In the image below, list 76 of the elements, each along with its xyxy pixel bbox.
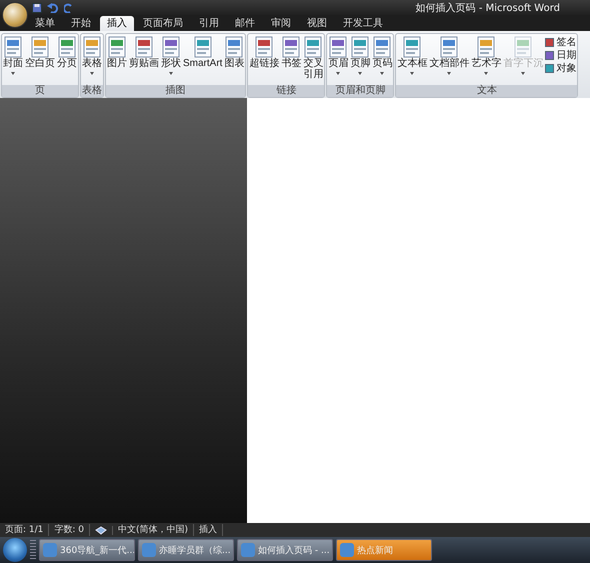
page-icon bbox=[476, 36, 496, 58]
ribbon-button[interactable]: 书签 bbox=[281, 35, 302, 84]
page-icon bbox=[161, 36, 181, 58]
proofing-icon[interactable] bbox=[95, 526, 108, 534]
ribbon-button[interactable]: 图表 bbox=[224, 35, 244, 84]
start-button[interactable] bbox=[3, 538, 27, 562]
page-icon bbox=[350, 36, 370, 58]
ribbon-button[interactable]: 对象 bbox=[545, 63, 576, 74]
office-button[interactable] bbox=[2, 2, 28, 28]
page-icon bbox=[107, 36, 127, 58]
ribbon-tab[interactable]: 开发工具 bbox=[336, 16, 390, 31]
ribbon-button[interactable]: 日期 bbox=[545, 50, 576, 61]
word-count: 字数: 0 bbox=[49, 524, 90, 536]
ribbon-button[interactable]: 分页 bbox=[57, 35, 77, 84]
ribbon-tab[interactable]: 菜单 bbox=[28, 16, 62, 31]
ribbon-button[interactable]: 页码 bbox=[372, 35, 392, 84]
redo-icon[interactable] bbox=[64, 2, 74, 12]
group-label: 表格 bbox=[81, 85, 103, 97]
ribbon-button[interactable]: 交叉引用 bbox=[303, 35, 324, 84]
save-icon[interactable] bbox=[32, 2, 42, 12]
group-label: 页眉和页脚 bbox=[327, 85, 394, 97]
page-icon bbox=[57, 36, 77, 58]
app-icon bbox=[241, 543, 255, 557]
ribbon-tab[interactable]: 邮件 bbox=[228, 16, 262, 31]
page-icon bbox=[402, 36, 422, 58]
ribbon-button[interactable]: 图片 bbox=[107, 35, 127, 84]
page-icon bbox=[372, 36, 392, 58]
ribbon-button[interactable]: 封面 bbox=[3, 35, 23, 84]
page-icon bbox=[192, 36, 213, 58]
ribbon-button[interactable]: 形状 bbox=[161, 35, 181, 84]
page-icon bbox=[513, 36, 534, 58]
page-icon bbox=[439, 36, 460, 58]
ribbon-button[interactable]: 超链接 bbox=[249, 35, 280, 84]
square-icon bbox=[545, 64, 554, 73]
ribbon-button[interactable]: 艺术字 bbox=[471, 35, 502, 84]
ribbon-button[interactable]: 剪贴画 bbox=[129, 35, 159, 84]
ribbon-button[interactable]: 页眉 bbox=[328, 35, 348, 84]
page-icon bbox=[328, 36, 348, 58]
ribbon-button[interactable]: 表格 bbox=[82, 35, 102, 84]
square-icon bbox=[545, 38, 554, 47]
ribbon-tab[interactable]: 视图 bbox=[300, 16, 334, 31]
ribbon-button[interactable]: SmartArt bbox=[183, 35, 222, 84]
square-icon bbox=[545, 51, 554, 60]
ribbon-button[interactable]: 签名 bbox=[545, 37, 576, 48]
page-icon bbox=[30, 36, 50, 58]
insert-mode[interactable]: 插入 bbox=[194, 524, 224, 536]
ribbon-tab[interactable]: 开始 bbox=[64, 16, 98, 31]
app-icon bbox=[142, 543, 156, 557]
group-label: 链接 bbox=[248, 85, 324, 97]
page-icon bbox=[224, 36, 244, 58]
page-icon bbox=[3, 36, 23, 58]
group-label: 插图 bbox=[106, 85, 246, 97]
taskbar-button[interactable]: 如何插入页码 - ... bbox=[237, 539, 333, 561]
undo-icon[interactable] bbox=[47, 2, 59, 12]
ribbon-button[interactable]: 文档部件 bbox=[429, 35, 470, 84]
page-icon bbox=[303, 36, 324, 58]
ribbon-tab[interactable]: 审阅 bbox=[264, 16, 298, 31]
ribbon-button[interactable]: 文本框 bbox=[397, 35, 428, 84]
app-icon bbox=[43, 543, 57, 557]
ribbon-button[interactable]: 页脚 bbox=[350, 35, 370, 84]
taskbar-button[interactable]: 360导航_新一代... bbox=[39, 539, 135, 561]
page-icon bbox=[134, 36, 154, 58]
window-title: 如何插入页码 - Microsoft Word bbox=[416, 2, 560, 14]
ribbon-button[interactable]: 空白页 bbox=[25, 35, 55, 84]
ribbon-tab[interactable]: 引用 bbox=[192, 16, 226, 31]
taskbar-button[interactable]: 亦睡学员群（综... bbox=[138, 539, 234, 561]
group-label: 文本 bbox=[396, 85, 578, 97]
page-icon bbox=[82, 36, 102, 58]
language-status[interactable]: 中文(简体，中国) bbox=[113, 524, 194, 536]
ribbon-tab[interactable]: 插入 bbox=[100, 16, 134, 31]
ribbon-tab[interactable]: 页面布局 bbox=[136, 16, 190, 31]
app-icon bbox=[340, 543, 354, 557]
page-icon bbox=[254, 36, 274, 58]
group-label: 页 bbox=[2, 85, 78, 97]
page-count: 页面: 1/1 bbox=[0, 524, 50, 536]
page-icon bbox=[281, 36, 302, 58]
